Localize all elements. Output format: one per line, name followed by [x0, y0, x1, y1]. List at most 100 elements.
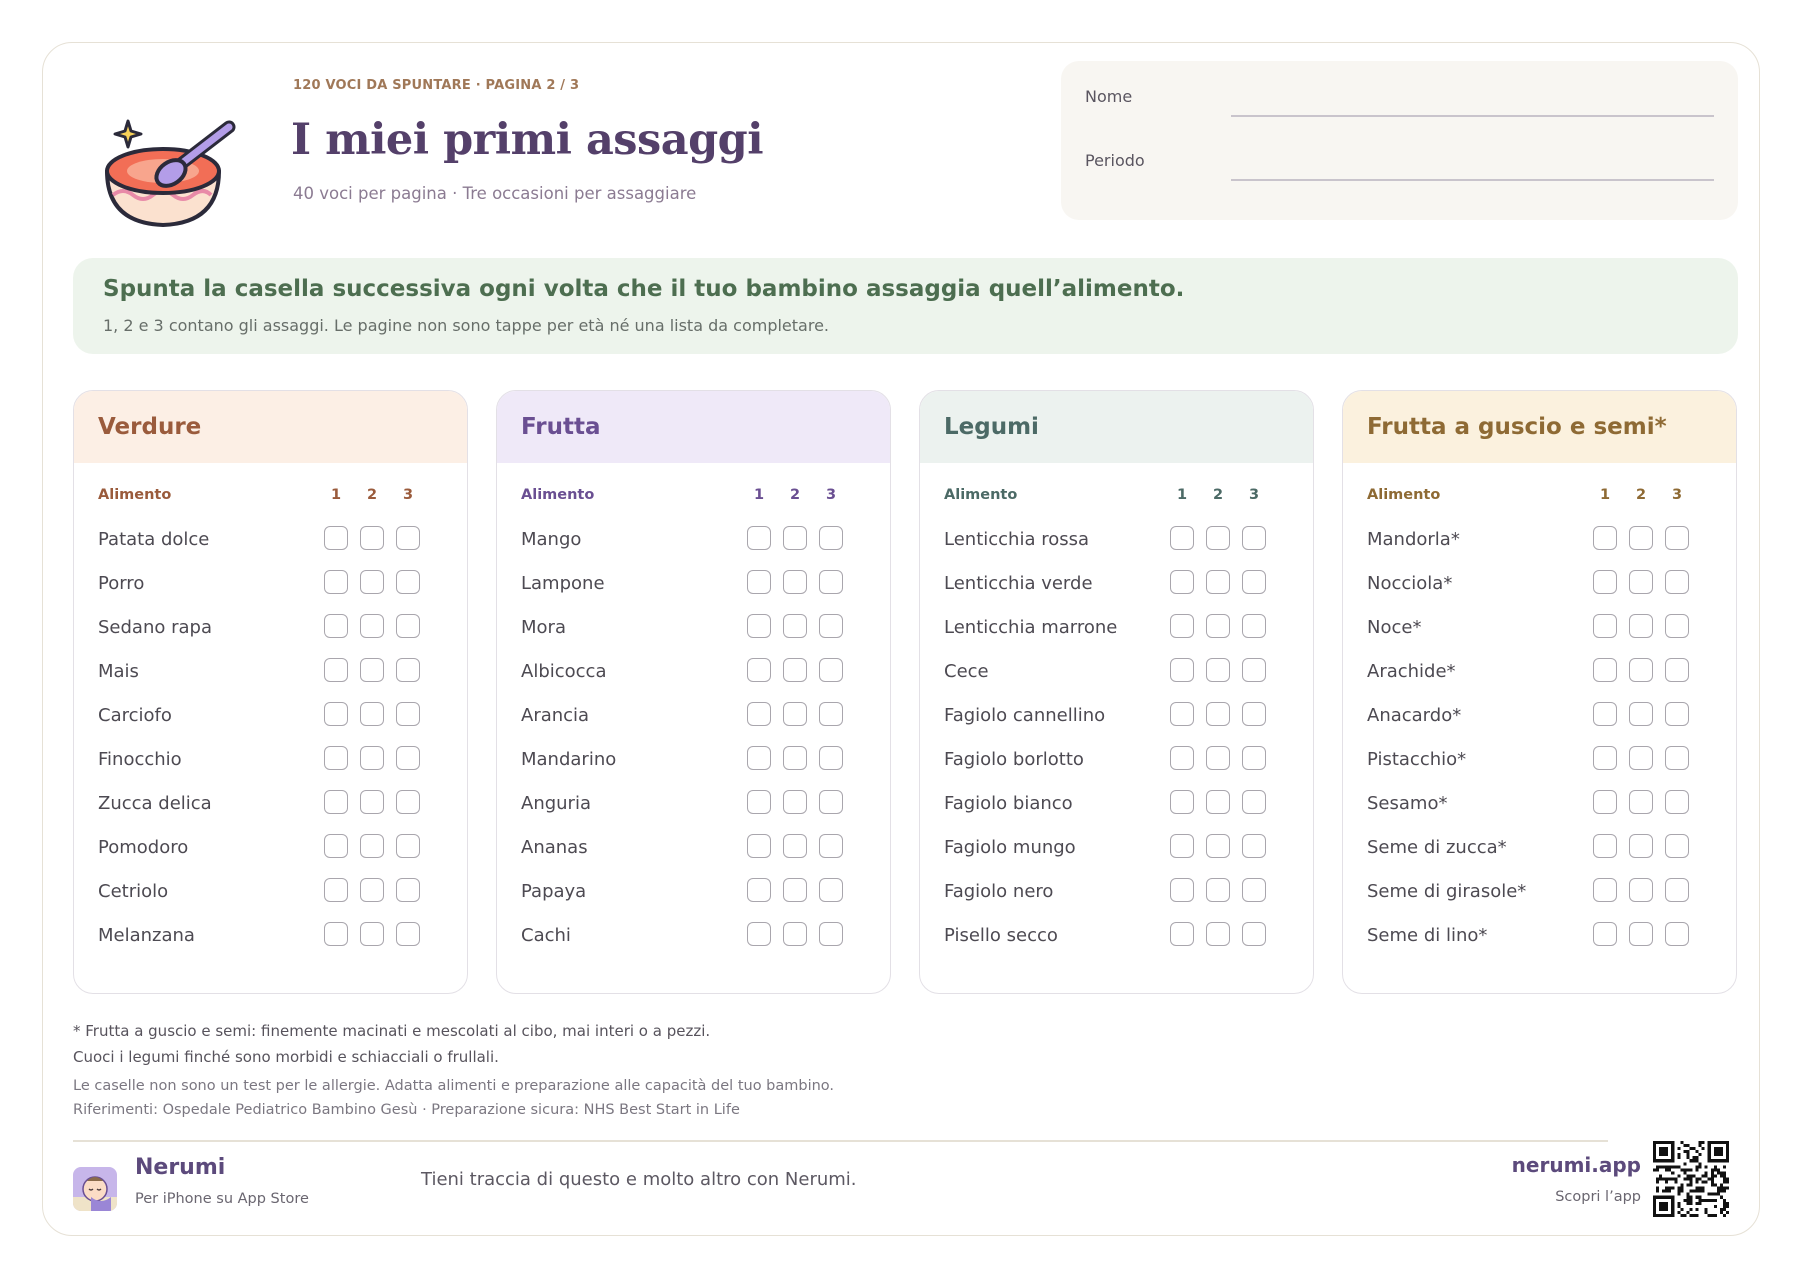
- tasting-checkbox-3[interactable]: [1242, 526, 1266, 550]
- tasting-checkbox-3[interactable]: [1665, 570, 1689, 594]
- tasting-checkbox-1[interactable]: [1170, 702, 1194, 726]
- tasting-checkbox-2[interactable]: [1629, 614, 1653, 638]
- tasting-checkbox-1[interactable]: [1170, 790, 1194, 814]
- tasting-checkbox-3[interactable]: [819, 834, 843, 858]
- tasting-checkbox-2[interactable]: [360, 878, 384, 902]
- tasting-checkbox-2[interactable]: [360, 790, 384, 814]
- tasting-checkbox-2[interactable]: [783, 790, 807, 814]
- tasting-checkbox-2[interactable]: [360, 702, 384, 726]
- tasting-checkbox-3[interactable]: [1242, 922, 1266, 946]
- tasting-checkbox-1[interactable]: [747, 658, 771, 682]
- tasting-checkbox-1[interactable]: [1170, 834, 1194, 858]
- tasting-checkbox-1[interactable]: [324, 922, 348, 946]
- tasting-checkbox-3[interactable]: [396, 790, 420, 814]
- tasting-checkbox-1[interactable]: [1593, 702, 1617, 726]
- tasting-checkbox-3[interactable]: [396, 526, 420, 550]
- tasting-checkbox-3[interactable]: [1242, 614, 1266, 638]
- tasting-checkbox-1[interactable]: [1170, 922, 1194, 946]
- tasting-checkbox-3[interactable]: [819, 790, 843, 814]
- tasting-checkbox-2[interactable]: [783, 658, 807, 682]
- tasting-checkbox-3[interactable]: [1665, 834, 1689, 858]
- tasting-checkbox-1[interactable]: [1170, 658, 1194, 682]
- tasting-checkbox-2[interactable]: [783, 702, 807, 726]
- tasting-checkbox-3[interactable]: [396, 702, 420, 726]
- tasting-checkbox-1[interactable]: [1593, 746, 1617, 770]
- tasting-checkbox-2[interactable]: [1629, 702, 1653, 726]
- tasting-checkbox-3[interactable]: [1242, 702, 1266, 726]
- tasting-checkbox-3[interactable]: [396, 834, 420, 858]
- tasting-checkbox-3[interactable]: [819, 614, 843, 638]
- tasting-checkbox-2[interactable]: [1629, 570, 1653, 594]
- tasting-checkbox-2[interactable]: [1629, 658, 1653, 682]
- tasting-checkbox-3[interactable]: [1242, 746, 1266, 770]
- tasting-checkbox-3[interactable]: [396, 614, 420, 638]
- tasting-checkbox-1[interactable]: [324, 790, 348, 814]
- tasting-checkbox-1[interactable]: [1593, 570, 1617, 594]
- tasting-checkbox-2[interactable]: [1206, 702, 1230, 726]
- tasting-checkbox-3[interactable]: [819, 526, 843, 550]
- tasting-checkbox-1[interactable]: [747, 790, 771, 814]
- tasting-checkbox-2[interactable]: [1206, 614, 1230, 638]
- tasting-checkbox-2[interactable]: [360, 570, 384, 594]
- tasting-checkbox-2[interactable]: [1206, 526, 1230, 550]
- tasting-checkbox-3[interactable]: [1242, 658, 1266, 682]
- tasting-checkbox-1[interactable]: [747, 834, 771, 858]
- tasting-checkbox-3[interactable]: [1665, 746, 1689, 770]
- tasting-checkbox-3[interactable]: [819, 702, 843, 726]
- tasting-checkbox-3[interactable]: [819, 658, 843, 682]
- tasting-checkbox-2[interactable]: [1629, 922, 1653, 946]
- tasting-checkbox-2[interactable]: [360, 658, 384, 682]
- tasting-checkbox-2[interactable]: [1206, 790, 1230, 814]
- tasting-checkbox-1[interactable]: [747, 922, 771, 946]
- tasting-checkbox-2[interactable]: [783, 614, 807, 638]
- tasting-checkbox-3[interactable]: [396, 878, 420, 902]
- tasting-checkbox-3[interactable]: [1665, 526, 1689, 550]
- tasting-checkbox-2[interactable]: [783, 526, 807, 550]
- tasting-checkbox-3[interactable]: [819, 570, 843, 594]
- tasting-checkbox-1[interactable]: [1170, 746, 1194, 770]
- tasting-checkbox-3[interactable]: [1665, 658, 1689, 682]
- tasting-checkbox-2[interactable]: [1206, 834, 1230, 858]
- tasting-checkbox-3[interactable]: [1665, 878, 1689, 902]
- tasting-checkbox-1[interactable]: [1170, 570, 1194, 594]
- tasting-checkbox-3[interactable]: [819, 878, 843, 902]
- tasting-checkbox-2[interactable]: [360, 614, 384, 638]
- tasting-checkbox-1[interactable]: [1170, 614, 1194, 638]
- tasting-checkbox-1[interactable]: [324, 614, 348, 638]
- tasting-checkbox-2[interactable]: [360, 746, 384, 770]
- tasting-checkbox-1[interactable]: [1170, 526, 1194, 550]
- tasting-checkbox-2[interactable]: [1206, 570, 1230, 594]
- website-link[interactable]: nerumi.app: [1512, 1153, 1641, 1177]
- tasting-checkbox-2[interactable]: [783, 834, 807, 858]
- tasting-checkbox-3[interactable]: [1242, 878, 1266, 902]
- tasting-checkbox-1[interactable]: [1593, 878, 1617, 902]
- tasting-checkbox-1[interactable]: [1593, 834, 1617, 858]
- tasting-checkbox-1[interactable]: [747, 702, 771, 726]
- period-field[interactable]: [1231, 179, 1714, 181]
- tasting-checkbox-2[interactable]: [1629, 790, 1653, 814]
- tasting-checkbox-2[interactable]: [1629, 746, 1653, 770]
- tasting-checkbox-1[interactable]: [1593, 614, 1617, 638]
- tasting-checkbox-2[interactable]: [360, 834, 384, 858]
- tasting-checkbox-2[interactable]: [1206, 922, 1230, 946]
- tasting-checkbox-3[interactable]: [396, 658, 420, 682]
- tasting-checkbox-1[interactable]: [324, 570, 348, 594]
- tasting-checkbox-1[interactable]: [747, 746, 771, 770]
- tasting-checkbox-1[interactable]: [1593, 922, 1617, 946]
- tasting-checkbox-2[interactable]: [783, 746, 807, 770]
- tasting-checkbox-3[interactable]: [1242, 570, 1266, 594]
- qr-code-icon[interactable]: [1653, 1141, 1729, 1217]
- tasting-checkbox-1[interactable]: [1593, 526, 1617, 550]
- tasting-checkbox-3[interactable]: [1665, 922, 1689, 946]
- tasting-checkbox-1[interactable]: [1593, 658, 1617, 682]
- tasting-checkbox-1[interactable]: [324, 834, 348, 858]
- tasting-checkbox-1[interactable]: [1170, 878, 1194, 902]
- discover-app-link[interactable]: Scopri l’app: [1555, 1189, 1641, 1205]
- tasting-checkbox-1[interactable]: [324, 526, 348, 550]
- tasting-checkbox-3[interactable]: [396, 570, 420, 594]
- tasting-checkbox-1[interactable]: [747, 570, 771, 594]
- tasting-checkbox-2[interactable]: [1629, 878, 1653, 902]
- tasting-checkbox-3[interactable]: [396, 746, 420, 770]
- tasting-checkbox-1[interactable]: [747, 878, 771, 902]
- name-field[interactable]: [1231, 115, 1714, 117]
